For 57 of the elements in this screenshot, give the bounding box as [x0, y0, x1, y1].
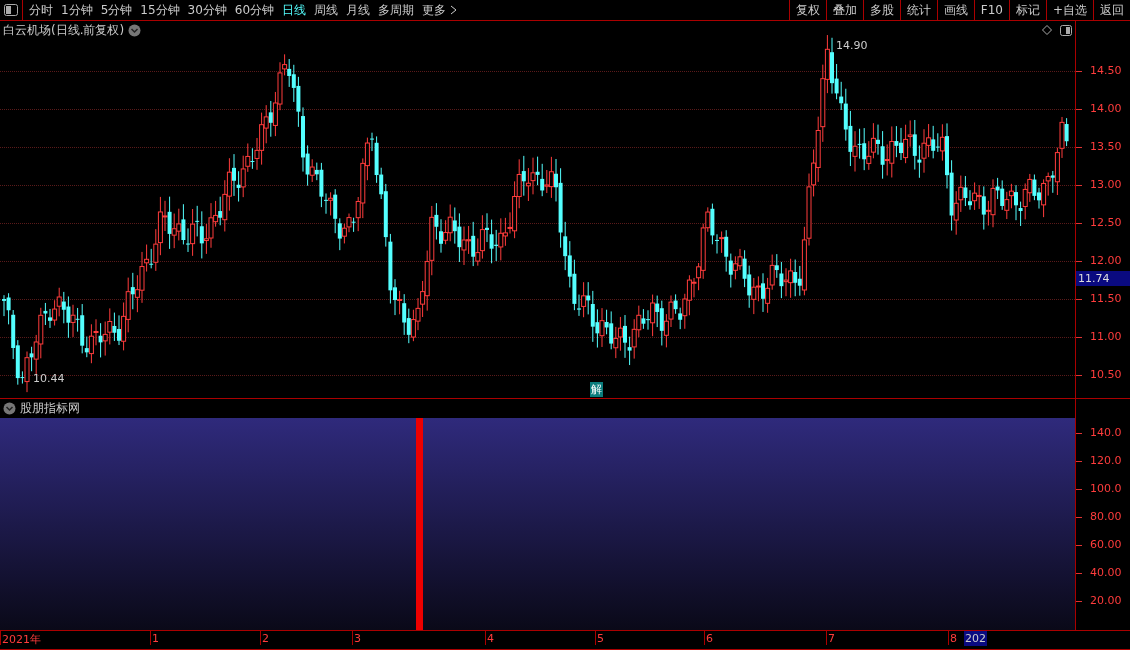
signal-marker[interactable]: 解: [590, 382, 603, 397]
period-tab[interactable]: 周线: [310, 0, 343, 20]
period-tab[interactable]: 30分钟: [183, 0, 231, 20]
toolbar-button[interactable]: +自选: [1045, 0, 1093, 20]
axis-label: 12.00: [1090, 254, 1122, 267]
low-price-label: 10.44: [33, 372, 65, 385]
period-tab[interactable]: 1分钟: [57, 0, 97, 20]
axis-label: 11.50: [1090, 292, 1122, 305]
axis-label: 13.50: [1090, 140, 1122, 153]
diamond-icon[interactable]: [1042, 25, 1052, 35]
date-label: 5: [597, 632, 604, 645]
axis-label: 100.0: [1090, 482, 1122, 495]
more-button[interactable]: 更多: [418, 0, 462, 20]
axis-label: 20.00: [1090, 594, 1122, 607]
toolbar-button[interactable]: 复权: [788, 0, 826, 20]
period-tab[interactable]: 15分钟: [136, 0, 184, 20]
period-tab[interactable]: 日线: [278, 0, 311, 20]
date-label: 4: [487, 632, 494, 645]
period-tab[interactable]: 60分钟: [230, 0, 279, 20]
period-tab[interactable]: 5分钟: [96, 0, 137, 20]
indicator-title: 股朋指标网: [20, 400, 80, 417]
date-label: 1: [152, 632, 159, 645]
axis-label: 40.00: [1090, 566, 1122, 579]
period-tab[interactable]: 月线: [342, 0, 375, 20]
axis-label: 80.00: [1090, 510, 1122, 523]
axis-label: 140.0: [1090, 426, 1122, 439]
current-price-tag: 11.74: [1076, 271, 1130, 286]
toolbar-button[interactable]: 返回: [1093, 0, 1130, 20]
date-label: 2: [262, 632, 269, 645]
date-label: 3: [354, 632, 361, 645]
dropdown-icon[interactable]: [128, 24, 142, 37]
date-label: 8: [950, 632, 957, 645]
axis-label: 14.50: [1090, 64, 1122, 77]
toolbar-button[interactable]: 统计: [899, 0, 937, 20]
axis-label: 60.00: [1090, 538, 1122, 551]
toolbar-button[interactable]: 标记: [1008, 0, 1046, 20]
axis-label: 13.00: [1090, 178, 1122, 191]
date-label: 7: [828, 632, 835, 645]
period-tab[interactable]: 多周期: [374, 0, 419, 20]
period-tab[interactable]: 分时: [25, 0, 57, 20]
axis-label: 10.50: [1090, 368, 1122, 381]
axis-label: 11.00: [1090, 330, 1122, 343]
date-label: 202: [964, 631, 987, 646]
toolbar-button[interactable]: 多股: [862, 0, 900, 20]
axis-label: 120.0: [1090, 454, 1122, 467]
dropdown-icon[interactable]: [3, 402, 16, 415]
toolbar-button[interactable]: F10: [973, 0, 1009, 20]
axis-label: 12.50: [1090, 216, 1122, 229]
date-label: 6: [706, 632, 713, 645]
panel-toggle-icon[interactable]: [1060, 25, 1072, 36]
date-label: 2021年: [2, 632, 41, 647]
toolbar-button[interactable]: 画线: [936, 0, 974, 20]
chart-title: 白云机场(日线.前复权): [3, 22, 125, 39]
toolbar-button[interactable]: 叠加: [825, 0, 863, 20]
chevron-icon: [450, 5, 458, 15]
axis-label: 14.00: [1090, 102, 1122, 115]
high-price-label: 14.90: [836, 39, 868, 52]
